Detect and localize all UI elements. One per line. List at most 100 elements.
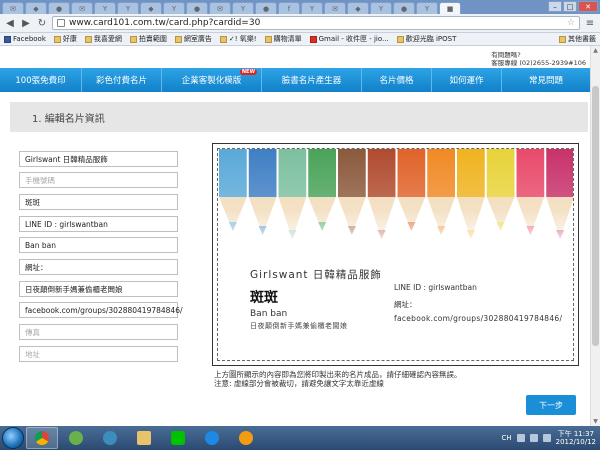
browser-tab[interactable]: ● xyxy=(48,2,70,14)
taskbar-line[interactable] xyxy=(162,427,194,449)
bookmark-item[interactable]: Gmail - 收件匣 - jio... xyxy=(309,34,389,44)
folder-icon xyxy=(137,431,151,445)
company-input[interactable]: Girlswant 日韓精品服飾 xyxy=(19,151,178,167)
browser-tab[interactable]: Y xyxy=(232,2,254,14)
card-website-label: 網址： xyxy=(394,300,417,309)
menu-item[interactable]: 100張免費印 xyxy=(0,68,82,92)
folder-icon xyxy=(264,35,272,43)
browser-tab[interactable]: f xyxy=(278,2,300,14)
volume-icon[interactable] xyxy=(542,434,551,442)
menu-item[interactable]: 彩色付費名片 xyxy=(82,68,162,92)
pencils-image xyxy=(218,149,573,249)
browser-tab[interactable]: ◆ xyxy=(140,2,162,14)
page-scrollbar[interactable]: ▲ ▼ xyxy=(590,46,600,426)
browser-tab[interactable]: ◆ xyxy=(347,2,369,14)
bookmark-item[interactable]: 歡迎光臨 iPOST xyxy=(396,34,456,44)
taskbar-app[interactable] xyxy=(230,427,262,449)
browser-tab[interactable]: Y xyxy=(94,2,116,14)
close-icon[interactable]: ✕ xyxy=(578,1,598,12)
scroll-up-icon[interactable]: ▲ xyxy=(591,46,600,55)
scroll-down-icon[interactable]: ▼ xyxy=(591,417,600,426)
clock[interactable]: 下午 11:37 2012/10/12 xyxy=(556,430,596,446)
start-button[interactable] xyxy=(2,427,24,449)
browser-tab-active[interactable]: ■ xyxy=(439,2,461,14)
minimize-icon[interactable]: – xyxy=(548,1,562,12)
line-icon xyxy=(171,431,185,445)
language-indicator[interactable]: CH xyxy=(501,434,511,442)
reload-icon[interactable]: ↻ xyxy=(36,17,48,29)
taskbar-app[interactable] xyxy=(94,427,126,449)
bookmark-item[interactable]: 購物清單 xyxy=(264,34,302,44)
card-line-id: LINE ID : girlswantban xyxy=(394,283,477,292)
bookmark-item[interactable]: 網室廣告 xyxy=(174,34,212,44)
browser-tab[interactable]: Y xyxy=(370,2,392,14)
preview-note: 上方圖所顯示的內容即為您將印製出來的名片成品，請仔細確認內容無誤。 注意: 虛線… xyxy=(214,370,462,388)
menu-item[interactable]: 名片價格 xyxy=(362,68,432,92)
address-input[interactable]: 地址 xyxy=(19,346,178,362)
system-tray: CH 下午 11:37 2012/10/12 xyxy=(501,430,600,446)
browser-tab[interactable]: Y xyxy=(416,2,438,14)
card-company: Girlswant 日韓精品服飾 xyxy=(250,269,382,281)
taskbar-app[interactable] xyxy=(128,427,160,449)
forward-icon[interactable]: ▶ xyxy=(20,17,32,29)
browser-tab[interactable]: ✉ xyxy=(324,2,346,14)
card-english-name: Ban ban xyxy=(250,309,288,319)
title-input[interactable]: 日夜顛倒新手媽兼偷櫃老闆娘 xyxy=(19,281,178,297)
bookmark-item[interactable]: 我喜愛網 xyxy=(84,34,122,44)
card-person-name: 斑斑 xyxy=(250,290,278,306)
tray-icon[interactable] xyxy=(516,434,525,442)
taskbar-app[interactable] xyxy=(60,427,92,449)
globe-icon xyxy=(69,431,83,445)
browser-tab[interactable]: Y xyxy=(117,2,139,14)
main-menu: 100張免費印 彩色付費名片 企業客製化模版 NEW 臉書名片產生器 名片價格 … xyxy=(0,68,590,92)
menu-item[interactable]: 如何運作 xyxy=(432,68,502,92)
bookmark-item[interactable]: 拍賣範圍 xyxy=(129,34,167,44)
window-controls: – □ ✕ xyxy=(548,1,598,12)
fax-input[interactable]: 傳真 xyxy=(19,324,178,340)
browser-tab[interactable]: ✉ xyxy=(71,2,93,14)
wrench-icon[interactable]: ≡ xyxy=(584,17,596,29)
mobile-input[interactable]: 手機號碼 xyxy=(19,172,178,188)
url-text: www.card101.com.tw/card.php?cardid=30 xyxy=(69,18,261,28)
website-input[interactable]: 網址： xyxy=(19,259,178,275)
browser-tab[interactable]: Y xyxy=(163,2,185,14)
tray-icon[interactable] xyxy=(529,434,538,442)
line-id-input[interactable]: LINE ID : girlswantban xyxy=(19,216,178,232)
taskbar-chrome[interactable] xyxy=(26,427,58,449)
browser-tab[interactable]: ● xyxy=(393,2,415,14)
section-header: 1. 編輯名片資訊 xyxy=(10,102,588,132)
page-icon xyxy=(57,19,65,27)
browser-tab[interactable]: ● xyxy=(186,2,208,14)
browser-tab[interactable]: Y xyxy=(301,2,323,14)
bookmark-item[interactable]: ✓! 氧樂! xyxy=(219,34,257,44)
address-bar[interactable]: www.card101.com.tw/card.php?cardid=30 ☆ xyxy=(52,16,580,30)
site-icon xyxy=(396,35,404,43)
menu-item-enterprise[interactable]: 企業客製化模版 NEW xyxy=(162,68,262,92)
ie-icon xyxy=(205,431,219,445)
site-header: 有問題嗎? 客服專線 (02)2655-2939#106 xyxy=(0,46,590,68)
card-cut-line: Girlswant 日韓精品服飾 斑斑 Ban ban 日夜顛倒新手媽兼偷櫃老闆… xyxy=(217,148,574,361)
folder-icon xyxy=(129,35,137,43)
browser-tab[interactable]: ✉ xyxy=(209,2,231,14)
name-input[interactable]: 斑斑 xyxy=(19,194,178,210)
next-step-button[interactable]: 下一步 xyxy=(526,395,576,415)
bookmark-item[interactable]: Facebook xyxy=(4,35,46,43)
english-name-input[interactable]: Ban ban xyxy=(19,237,178,253)
menu-item[interactable]: 常見問題 xyxy=(502,68,590,92)
taskbar-ie[interactable] xyxy=(196,427,228,449)
facebook-input[interactable]: facebook.com/groups/302880419784846/ xyxy=(19,302,183,318)
maximize-icon[interactable]: □ xyxy=(563,1,577,12)
windows-taskbar: CH 下午 11:37 2012/10/12 xyxy=(0,426,600,450)
browser-tab[interactable]: ✉ xyxy=(2,2,24,14)
chrome-icon xyxy=(35,431,49,445)
folder-icon xyxy=(559,35,566,43)
back-icon[interactable]: ◀ xyxy=(4,17,16,29)
other-bookmarks[interactable]: 其他書籤 xyxy=(559,34,596,44)
menu-item[interactable]: 臉書名片產生器 xyxy=(262,68,362,92)
scroll-thumb[interactable] xyxy=(592,86,599,346)
bookmark-item[interactable]: 好康 xyxy=(53,34,77,44)
bookmark-star-icon[interactable]: ☆ xyxy=(567,18,575,28)
browser-tab[interactable]: ◆ xyxy=(25,2,47,14)
card-preview: Girlswant 日韓精品服飾 斑斑 Ban ban 日夜顛倒新手媽兼偷櫃老闆… xyxy=(212,143,579,366)
browser-tab[interactable]: ● xyxy=(255,2,277,14)
